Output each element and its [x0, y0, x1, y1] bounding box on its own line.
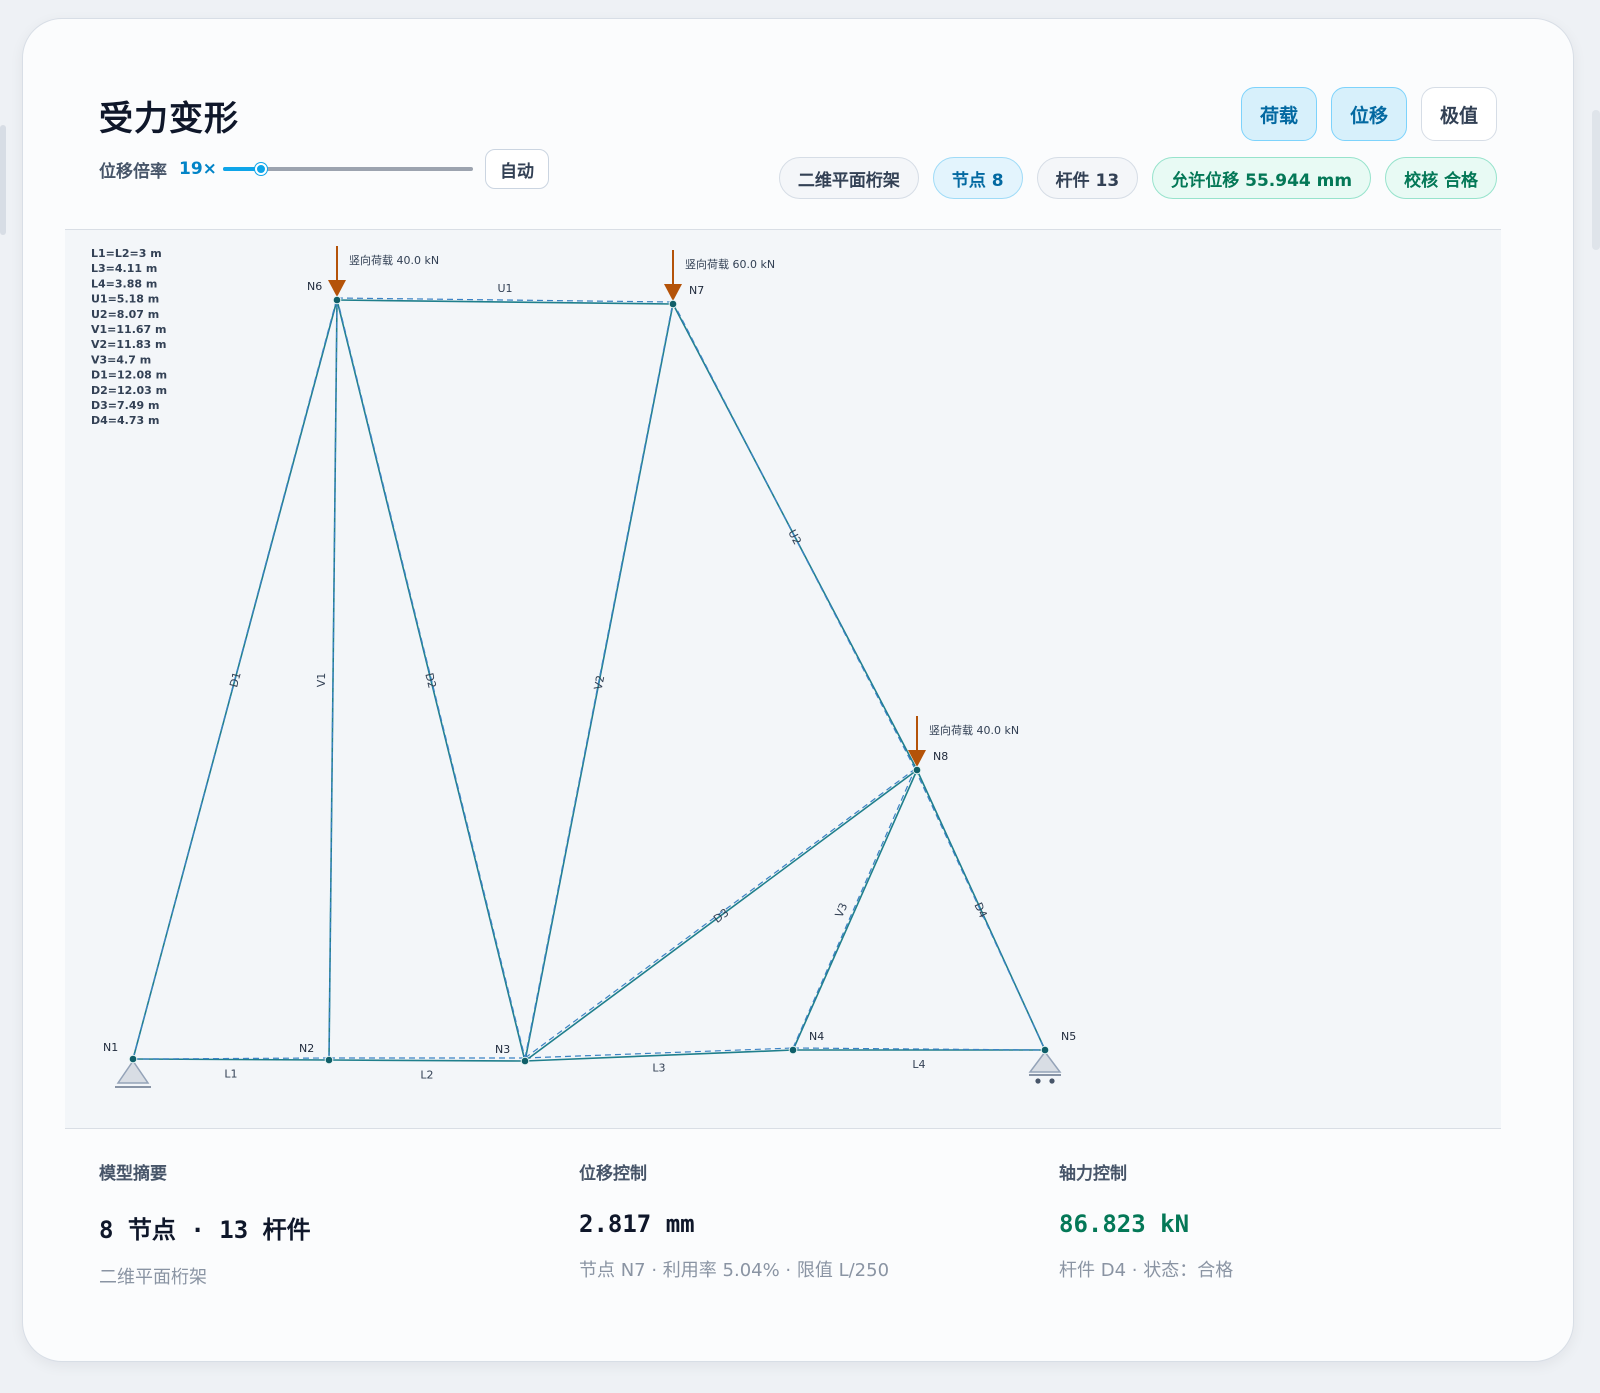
member-label-U1: U1	[497, 282, 512, 295]
length-legend-entry: V3=4.7 m	[91, 353, 151, 366]
view-mode-tabs: 荷载 位移 极值	[1240, 87, 1497, 141]
summary-axial-value: 86.823 kN	[1059, 1210, 1190, 1238]
length-legend-entry: U2=8.07 m	[91, 308, 159, 321]
node-N8	[912, 765, 922, 775]
member-label-D4: D4	[971, 900, 989, 919]
length-legend-entry: D1=12.08 m	[91, 369, 167, 382]
deformed-member-V3	[792, 768, 916, 1049]
member-label-V2: V2	[592, 674, 608, 691]
roller-wheel-icon	[1035, 1078, 1041, 1084]
truss-canvas[interactable]: L1=L2=3 m L3=4.11 m L4=3.88 m U1=5.18 m U2=8…	[65, 229, 1501, 1129]
status-chips: 二维平面桁架 节点 8 杆件 13 允许位移 55.944 mm 校核 合格	[778, 157, 1497, 199]
slider-thumb[interactable]	[254, 163, 267, 175]
tab-load[interactable]: 荷载	[1240, 87, 1317, 141]
allowable-displacement-chip: 允许位移 55.944 mm	[1152, 157, 1372, 199]
node-N4	[788, 1045, 798, 1055]
deformed-member-L3	[524, 1047, 794, 1059]
node-N3	[520, 1056, 530, 1066]
load-label-N6: 竖向荷载 40.0 kN	[349, 253, 439, 267]
member-label-U2: U2	[785, 528, 803, 547]
length-legend-entry: D2=12.03 m	[91, 384, 167, 397]
summary-model-value: 8 节点 · 13 杆件	[99, 1216, 311, 1244]
displacement-scale-control: 位移倍率 19× 自动	[99, 149, 549, 189]
right-scrollbar[interactable]	[1592, 110, 1600, 250]
member-label-V1: V1	[315, 673, 328, 688]
node-count-chip: 节点 8	[932, 157, 1023, 199]
length-legend-entry: V1=11.67 m	[91, 323, 166, 336]
length-legend-entry: V2=11.83 m	[91, 338, 166, 351]
summary-model-title: 模型摘要	[99, 1164, 167, 1184]
tab-extremes[interactable]: 极值	[1420, 87, 1497, 141]
load-label-N8: 竖向荷载 40.0 kN	[929, 723, 1019, 737]
node-label-N3: N3	[495, 1043, 510, 1056]
member-count-chip: 杆件 13	[1036, 157, 1139, 199]
summary-displacement-value: 2.817 mm	[579, 1210, 695, 1238]
member-V3	[792, 769, 918, 1051]
scale-value: 19×	[179, 159, 217, 179]
member-L2	[328, 1059, 526, 1062]
length-legend-entry: L1=L2=3 m	[91, 247, 162, 260]
summary-axial-title: 轴力控制	[1059, 1164, 1127, 1184]
member-label-L4: L4	[912, 1058, 925, 1071]
summary-displacement: 位移控制 2.817 mm 节点 N7 · 利用率 5.04% · 限值 L/2…	[579, 1159, 999, 1282]
roller-support-icon	[1028, 1050, 1062, 1073]
node-N6	[332, 295, 342, 305]
member-L1	[132, 1058, 330, 1061]
node-label-N5: N5	[1061, 1030, 1076, 1043]
member-label-D3: D3	[711, 906, 731, 926]
auto-scale-button[interactable]: 自动	[485, 149, 549, 189]
node-label-N8: N8	[933, 750, 948, 763]
member-L3	[524, 1049, 794, 1062]
truss-diagram: L1=L2=3 m L3=4.11 m L4=3.88 m U1=5.18 m U2=8…	[91, 246, 1076, 1088]
member-label-V3: V3	[833, 901, 851, 920]
deformation-panel: 受力变形 位移倍率 19× 自动 荷载 位移 极值 二维平面桁架 节点 8 杆件…	[22, 18, 1574, 1362]
node-label-N1: N1	[103, 1041, 118, 1054]
node-label-N6: N6	[307, 280, 322, 293]
node-N1	[128, 1054, 138, 1064]
scale-label: 位移倍率	[99, 161, 167, 182]
pin-support-icon	[116, 1059, 150, 1084]
load-label-N7: 竖向荷载 60.0 kN	[685, 257, 775, 271]
summary-axial-force: 轴力控制 86.823 kN 杆件 D4 · 状态：合格	[1059, 1159, 1479, 1282]
node-N5	[1040, 1045, 1050, 1055]
tab-displacement[interactable]: 位移	[1330, 87, 1407, 141]
scale-slider[interactable]	[223, 159, 473, 179]
page-title: 受力变形	[99, 99, 239, 139]
node-N2	[324, 1055, 334, 1065]
member-label-L1: L1	[224, 1068, 237, 1081]
summary-displacement-sub: 节点 N7 · 利用率 5.04% · 限值 L/250	[579, 1260, 890, 1281]
length-legend-entry: D4=4.73 m	[91, 414, 159, 427]
roller-wheel-icon	[1049, 1078, 1055, 1084]
check-status-chip: 校核 合格	[1385, 157, 1497, 199]
load-arrow-icon	[664, 284, 682, 301]
length-legend-entry: L3=4.11 m	[91, 262, 157, 275]
member-label-L3: L3	[652, 1062, 665, 1075]
summary-model: 模型摘要 8 节点 · 13 杆件 二维平面桁架	[99, 1159, 519, 1289]
summary-axial-sub: 杆件 D4 · 状态：合格	[1059, 1260, 1234, 1281]
node-label-N2: N2	[299, 1042, 314, 1055]
member-label-D2: D2	[422, 672, 438, 690]
left-scrollbar[interactable]	[0, 125, 6, 235]
length-legend-entry: D3=7.49 m	[91, 399, 159, 412]
load-arrow-icon	[328, 280, 346, 297]
summary-model-sub: 二维平面桁架	[99, 1267, 207, 1288]
node-label-N7: N7	[689, 284, 704, 297]
summary-panel: 模型摘要 8 节点 · 13 杆件 二维平面桁架 位移控制 2.817 mm 节…	[99, 1159, 1499, 1299]
summary-displacement-title: 位移控制	[579, 1164, 647, 1184]
node-N7	[668, 299, 678, 309]
length-legend-entry: U1=5.18 m	[91, 293, 159, 306]
model-type-chip: 二维平面桁架	[778, 157, 919, 199]
node-label-N4: N4	[809, 1030, 824, 1043]
length-legend-entry: L4=3.88 m	[91, 277, 157, 290]
member-label-D1: D1	[227, 670, 244, 688]
member-label-L2: L2	[420, 1069, 433, 1082]
